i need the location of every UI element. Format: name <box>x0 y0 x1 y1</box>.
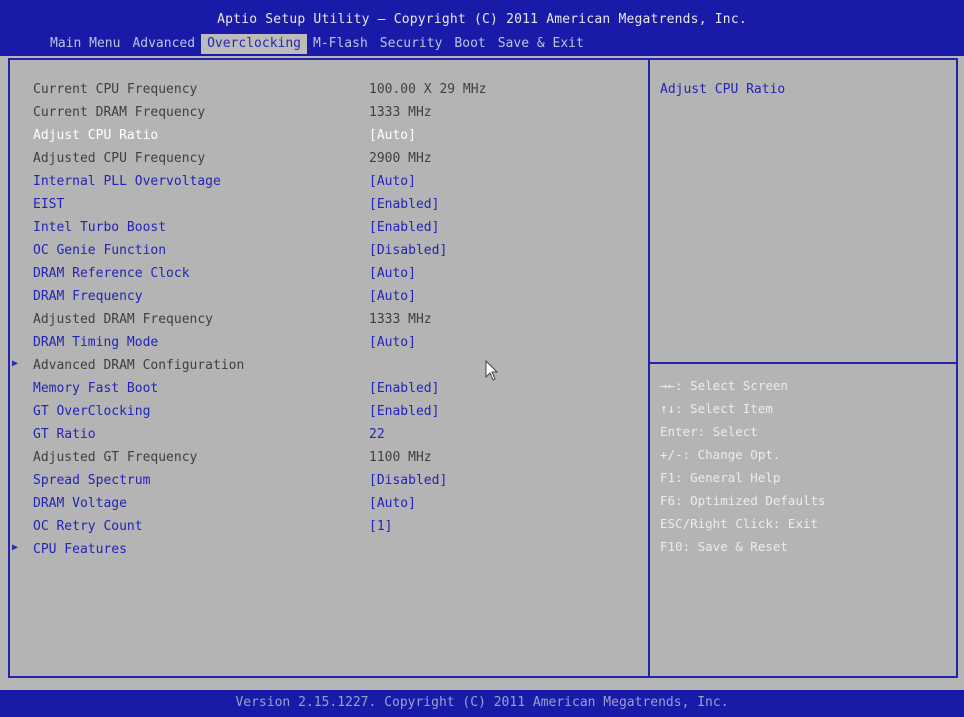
setting-label: Advanced DRAM Configuration <box>33 358 245 373</box>
key-hint: F10: Save & Reset <box>660 539 788 554</box>
setting-intel-turbo-boost[interactable]: Intel Turbo Boost [Enabled] <box>0 218 640 240</box>
setting-value[interactable]: [Enabled] <box>369 197 439 212</box>
setting-label: Internal PLL Overvoltage <box>33 174 221 189</box>
bios-title: Aptio Setup Utility – Copyright (C) 2011… <box>217 12 747 27</box>
setting-label: Adjust CPU Ratio <box>33 128 159 143</box>
setting-dram-timing-mode[interactable]: DRAM Timing Mode [Auto] <box>0 333 640 355</box>
panel-divider <box>648 58 650 678</box>
setting-label: CPU Features <box>33 542 127 557</box>
setting-label: Memory Fast Boot <box>33 381 159 396</box>
key-legend: →←: Select Screen ↑↓: Select Item Enter:… <box>660 378 826 562</box>
setting-value: 1100 MHz <box>369 450 432 465</box>
setting-label: OC Genie Function <box>33 243 167 258</box>
setting-value[interactable]: [Enabled] <box>369 404 439 419</box>
setting-adjusted-gt-frequency: Adjusted GT Frequency 1100 MHz <box>0 448 640 470</box>
setting-memory-fast-boot[interactable]: Memory Fast Boot [Enabled] <box>0 379 640 401</box>
setting-value: 2900 MHz <box>369 151 432 166</box>
submenu-arrow-icon: ▶ <box>12 542 19 553</box>
setting-adjusted-dram-frequency: Adjusted DRAM Frequency 1333 MHz <box>0 310 640 332</box>
setting-label: Adjusted GT Frequency <box>33 450 198 465</box>
setting-label: Current DRAM Frequency <box>33 105 206 120</box>
title-bar: Aptio Setup Utility – Copyright (C) 2011… <box>0 0 964 56</box>
setting-value[interactable]: [Disabled] <box>369 473 447 488</box>
setting-value: 1333 MHz <box>369 105 432 120</box>
submenu-arrow-icon: ▶ <box>12 358 19 369</box>
setting-value[interactable]: [Auto] <box>369 289 416 304</box>
setting-label: DRAM Timing Mode <box>33 335 159 350</box>
tab-main-menu[interactable]: Main Menu <box>44 34 126 54</box>
tab-security[interactable]: Security <box>374 34 449 54</box>
setting-label: Adjusted DRAM Frequency <box>33 312 214 327</box>
key-hint: ESC/Right Click: Exit <box>660 516 819 531</box>
setting-label: Current CPU Frequency <box>33 82 198 97</box>
setting-eist[interactable]: EIST [Enabled] <box>0 195 640 217</box>
setting-dram-voltage[interactable]: DRAM Voltage [Auto] <box>0 494 640 516</box>
setting-oc-retry-count[interactable]: OC Retry Count [1] <box>0 517 640 539</box>
setting-value[interactable]: [Enabled] <box>369 220 439 235</box>
setting-label: DRAM Reference Clock <box>33 266 190 281</box>
setting-value[interactable]: 22 <box>369 427 385 442</box>
setting-label: DRAM Voltage <box>33 496 127 511</box>
tab-overclocking[interactable]: Overclocking <box>201 34 307 54</box>
setting-value[interactable]: [Enabled] <box>369 381 439 396</box>
setting-value: 100.00 X 29 MHz <box>369 82 487 97</box>
setting-label: Intel Turbo Boost <box>33 220 167 235</box>
setting-gt-ratio[interactable]: GT Ratio 22 <box>0 425 640 447</box>
setting-internal-pll-overvoltage[interactable]: Internal PLL Overvoltage [Auto] <box>0 172 640 194</box>
version-text: Version 2.15.1227. Copyright (C) 2011 Am… <box>235 695 729 710</box>
key-hint: +/-: Change Opt. <box>660 447 781 462</box>
key-hint: F6: Optimized Defaults <box>660 493 826 508</box>
tab-boot[interactable]: Boot <box>448 34 491 54</box>
setting-gt-overclocking[interactable]: GT OverClocking [Enabled] <box>0 402 640 424</box>
submenu-cpu-features[interactable]: ▶ CPU Features <box>0 540 640 562</box>
setting-value[interactable]: [Auto] <box>369 335 416 350</box>
setting-label: OC Retry Count <box>33 519 143 534</box>
setting-oc-genie-function[interactable]: OC Genie Function [Disabled] <box>0 241 640 263</box>
setting-current-dram-frequency: Current DRAM Frequency 1333 MHz <box>0 103 640 125</box>
setting-value[interactable]: [Auto] <box>369 266 416 281</box>
tab-m-flash[interactable]: M-Flash <box>307 34 374 54</box>
setting-dram-frequency[interactable]: DRAM Frequency [Auto] <box>0 287 640 309</box>
help-description: Adjust CPU Ratio <box>660 82 786 97</box>
setting-label: GT Ratio <box>33 427 96 442</box>
key-hint: Enter: Select <box>660 424 758 439</box>
setting-label: DRAM Frequency <box>33 289 143 304</box>
setting-value[interactable]: [Disabled] <box>369 243 447 258</box>
footer-bar: Version 2.15.1227. Copyright (C) 2011 Am… <box>0 690 964 717</box>
key-hint: F1: General Help <box>660 470 781 485</box>
tab-bar: Main Menu Advanced Overclocking M-Flash … <box>44 34 590 54</box>
setting-adjusted-cpu-frequency: Adjusted CPU Frequency 2900 MHz <box>0 149 640 171</box>
setting-label: Adjusted CPU Frequency <box>33 151 206 166</box>
setting-value[interactable]: [Auto] <box>369 174 416 189</box>
setting-spread-spectrum[interactable]: Spread Spectrum [Disabled] <box>0 471 640 493</box>
setting-value: 1333 MHz <box>369 312 432 327</box>
setting-value[interactable]: [1] <box>369 519 392 534</box>
setting-label: EIST <box>33 197 65 212</box>
tab-advanced[interactable]: Advanced <box>126 34 201 54</box>
setting-value[interactable]: [Auto] <box>369 496 416 511</box>
setting-adjust-cpu-ratio[interactable]: Adjust CPU Ratio [Auto] <box>0 126 640 148</box>
setting-dram-reference-clock[interactable]: DRAM Reference Clock [Auto] <box>0 264 640 286</box>
setting-value[interactable]: [Auto] <box>369 128 416 143</box>
setting-label: GT OverClocking <box>33 404 151 419</box>
setting-current-cpu-frequency: Current CPU Frequency 100.00 X 29 MHz <box>0 80 640 102</box>
setting-label: Spread Spectrum <box>33 473 151 488</box>
key-hint: ↑↓: Select Item <box>660 401 773 416</box>
mouse-pointer-icon <box>485 360 499 381</box>
tab-save-exit[interactable]: Save & Exit <box>492 34 590 54</box>
key-hint: →←: Select Screen <box>660 378 788 393</box>
help-divider <box>650 362 958 364</box>
submenu-advanced-dram-configuration[interactable]: ▶ Advanced DRAM Configuration <box>0 356 640 378</box>
